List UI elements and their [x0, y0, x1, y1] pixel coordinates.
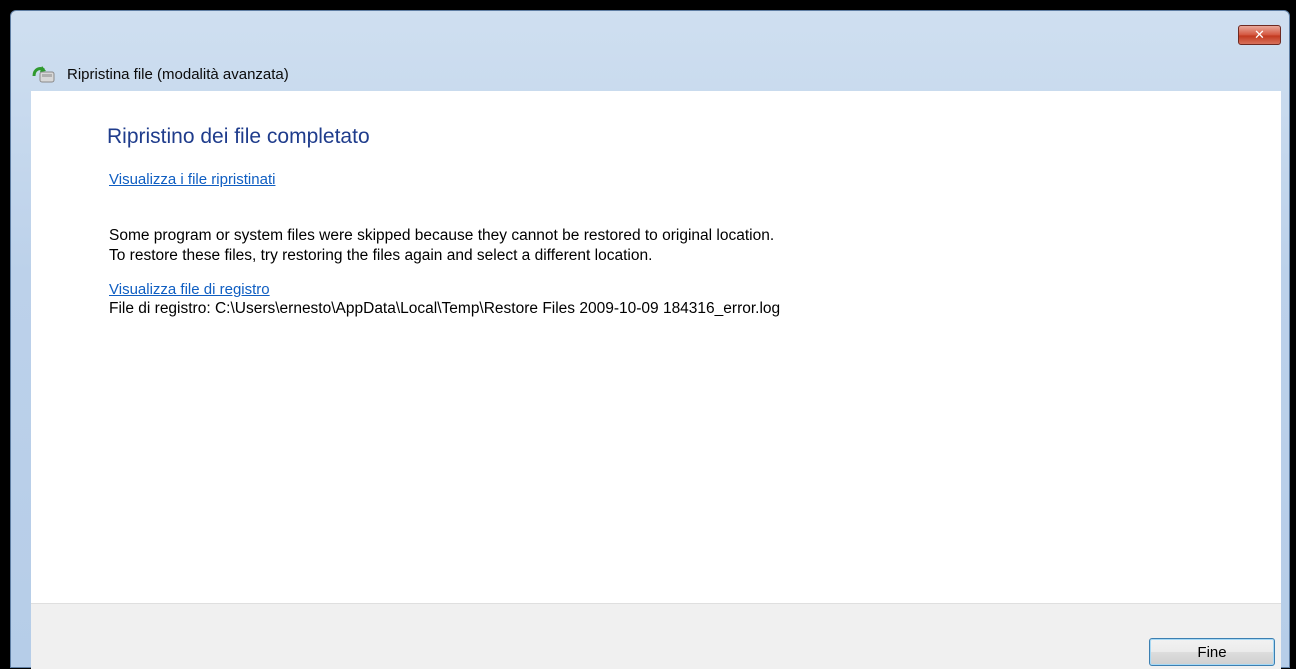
- footer-bar: Fine: [31, 603, 1281, 669]
- view-log-file-link[interactable]: Visualizza file di registro: [109, 281, 270, 298]
- skipped-files-message: Some program or system files were skippe…: [109, 226, 774, 266]
- log-file-path: File di registro: C:\Users\ernesto\AppDa…: [109, 300, 781, 317]
- finish-button[interactable]: Fine: [1149, 638, 1275, 666]
- page-heading: Ripristino dei file completato: [107, 125, 370, 148]
- message-line-1: Some program or system files were skippe…: [109, 227, 775, 244]
- title-bar: Ripristina file (modalità avanzata): [11, 57, 1289, 91]
- close-button[interactable]: ✕: [1238, 25, 1281, 45]
- close-icon: ✕: [1254, 27, 1265, 43]
- restore-files-icon: [32, 66, 55, 83]
- view-restored-files-link[interactable]: Visualizza i file ripristinati: [109, 171, 275, 188]
- message-line-2: To restore these files, try restoring th…: [109, 247, 653, 264]
- restore-files-window: ✕ Ripristina file (modalità avanzata) Ri…: [10, 10, 1290, 669]
- window-title: Ripristina file (modalità avanzata): [67, 65, 289, 83]
- content-panel: Ripristino dei file completato Visualizz…: [31, 91, 1281, 603]
